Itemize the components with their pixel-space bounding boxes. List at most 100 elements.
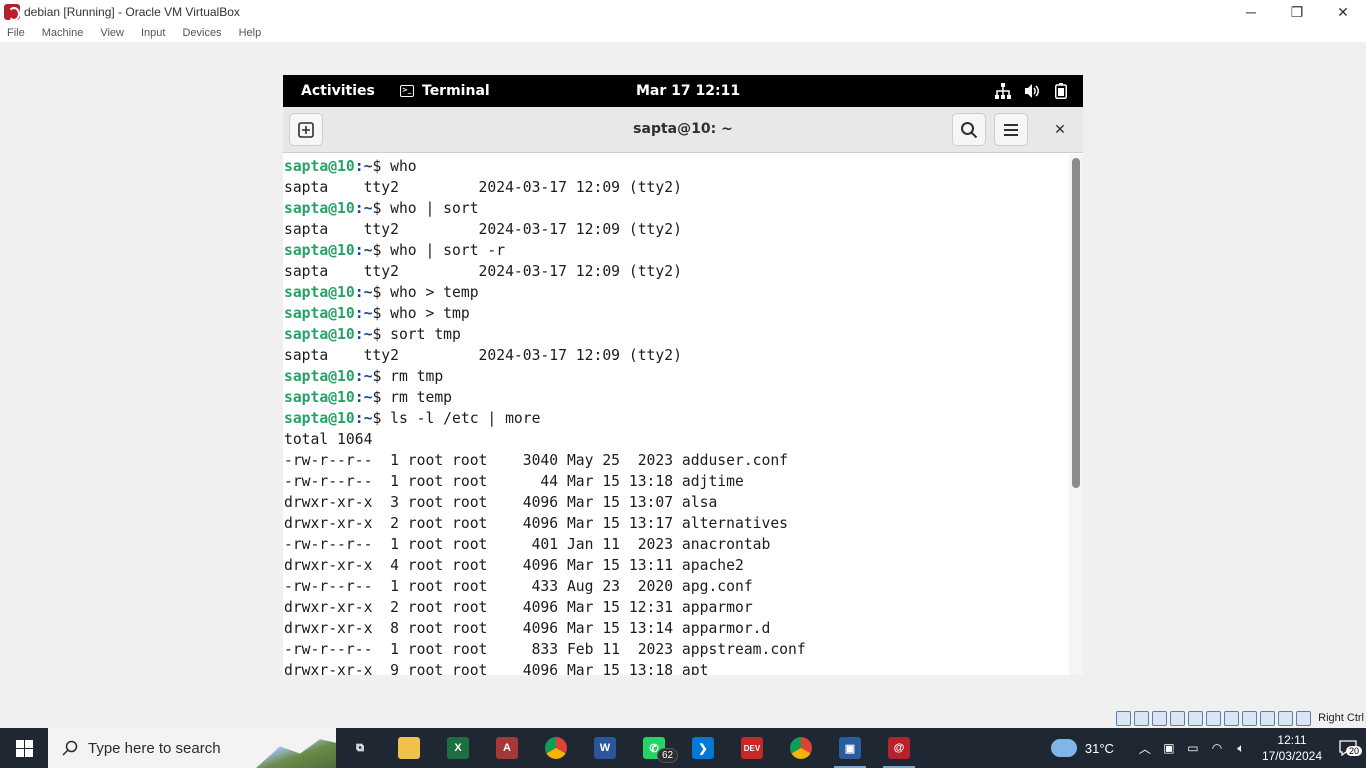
prompt-line: sapta@10:~$ who > tmp (284, 303, 470, 324)
system-tray: 31°C ︿ ▣ ▭ ◠ 🔈︎ 12:11 17/03/2024 20 (1050, 728, 1366, 768)
taskbar-app-whatsapp[interactable]: ✆ 62 (630, 728, 679, 768)
command-text: who > temp (390, 284, 479, 301)
close-button[interactable]: ✕ (1320, 0, 1366, 24)
chevron-up-icon[interactable]: ︿ (1134, 740, 1156, 757)
gnome-clock[interactable]: Mar 17 12:11 (636, 83, 740, 99)
wifi-icon[interactable]: ◠ (1206, 741, 1228, 755)
usb-icon[interactable] (1188, 710, 1204, 726)
prompt-path: :~ (354, 242, 373, 259)
audio-icon[interactable] (1152, 710, 1168, 726)
notification-center-button[interactable]: 20 (1336, 728, 1363, 768)
output-line: -rw-r--r-- 1 root root 3040 May 25 2023 … (284, 452, 789, 469)
activities-button[interactable]: Activities (301, 83, 375, 99)
output-line: drwxr-xr-x 9 root root 4096 Mar 15 13:18… (284, 662, 709, 675)
windows-logo-icon (15, 739, 33, 757)
output-line: -rw-r--r-- 1 root root 44 Mar 15 13:18 a… (284, 473, 744, 490)
weather-widget[interactable]: 31°C (1050, 733, 1114, 757)
start-button[interactable] (0, 728, 48, 768)
search-button[interactable] (952, 113, 986, 146)
mouse-integration-icon[interactable] (1278, 710, 1294, 726)
menu-input[interactable]: Input (141, 27, 165, 39)
prompt-symbol: $ (372, 368, 391, 385)
app-menu-terminal[interactable]: >_ Terminal (400, 83, 490, 99)
search-highlight-image (256, 739, 336, 768)
taskbar-app-task-view[interactable]: ⧉ (336, 728, 384, 768)
battery-icon[interactable]: ▭ (1182, 741, 1204, 755)
search-icon (961, 121, 978, 138)
scrollbar-thumb[interactable] (1072, 158, 1080, 488)
menu-file[interactable]: File (7, 27, 25, 39)
clock-date: 17/03/2024 (1261, 749, 1322, 763)
file-explorer-icon (398, 737, 420, 759)
output-line: sapta tty2 2024-03-17 12:09 (tty2) (284, 179, 682, 196)
taskbar-search-box[interactable]: Type here to search (48, 728, 336, 768)
optical-drive-icon[interactable] (1134, 710, 1150, 726)
terminal-close-button[interactable]: ✕ (1049, 119, 1071, 141)
output-line: drwxr-xr-x 2 root root 4096 Mar 15 12:31… (284, 599, 753, 616)
prompt-line: sapta@10:~$ rm tmp (284, 366, 443, 387)
hard-disk-icon[interactable] (1116, 710, 1132, 726)
terminal-headerbar: sapta@10: ~ ✕ (283, 107, 1083, 153)
prompt-symbol: $ (372, 200, 391, 217)
command-text: ls -l /etc | more (390, 410, 541, 427)
output-line: sapta tty2 2024-03-17 12:09 (tty2) (284, 221, 682, 238)
terminal-output[interactable]: sapta@10:~$ who sapta tty2 2024-03-17 12:… (283, 154, 1069, 675)
output-line: drwxr-xr-x 4 root root 4096 Mar 15 13:11… (284, 557, 744, 574)
terminal-scrollbar[interactable] (1069, 154, 1083, 675)
prompt-user: sapta@10 (284, 158, 355, 175)
taskbar-clock[interactable]: 12:11 17/03/2024 (1262, 732, 1322, 764)
prompt-symbol: $ (372, 389, 391, 406)
output-line: drwxr-xr-x 8 root root 4096 Mar 15 13:14… (284, 620, 771, 637)
output-line: sapta tty2 2024-03-17 12:09 (tty2) (284, 347, 682, 364)
system-menu[interactable] (995, 82, 1069, 100)
taskbar-app-virtualbox[interactable]: ▣ (826, 728, 874, 768)
display-icon[interactable] (1224, 710, 1240, 726)
taskbar-app-chrome[interactable] (532, 728, 580, 768)
shared-folders-icon[interactable] (1206, 710, 1222, 726)
taskbar-app-chrome-2[interactable] (777, 728, 825, 768)
output-line: -rw-r--r-- 1 root root 833 Feb 11 2023 a… (284, 641, 806, 658)
taskbar-app-excel[interactable]: X (434, 728, 482, 768)
keyboard-capture-icon[interactable] (1296, 710, 1312, 726)
vm-status-icons: Right Ctrl (1116, 708, 1366, 728)
host-key-label: Right Ctrl (1318, 712, 1364, 724)
prompt-user: sapta@10 (284, 410, 355, 427)
access-icon: A (496, 737, 518, 759)
chrome-icon (545, 737, 567, 759)
command-text: sort tmp (390, 326, 461, 343)
taskbar-app-word[interactable]: W (581, 728, 629, 768)
debian-logo-icon (4, 4, 20, 21)
taskbar-app-debian-vm[interactable]: @ (875, 728, 923, 768)
guest-display[interactable]: Activities >_ Terminal Mar 17 12:11 sapt… (283, 75, 1083, 675)
menu-help[interactable]: Help (239, 27, 262, 39)
menu-view[interactable]: View (100, 27, 124, 39)
prompt-path: :~ (354, 410, 373, 427)
meet-now-icon[interactable]: ▣ (1158, 741, 1180, 755)
battery-icon (1053, 82, 1069, 100)
prompt-symbol: $ (372, 326, 391, 343)
chrome-2-icon (790, 737, 812, 759)
taskbar-app-vscode[interactable]: ❯ (679, 728, 727, 768)
prompt-path: :~ (354, 326, 373, 343)
prompt-line: sapta@10:~$ rm temp (284, 387, 452, 408)
taskbar-app-devcpp[interactable]: DEV (728, 728, 776, 768)
virtualbox-icon: ▣ (839, 737, 861, 759)
prompt-line: sapta@10:~$ ls -l /etc | more (284, 408, 540, 429)
menu-machine[interactable]: Machine (42, 27, 84, 39)
menu-devices[interactable]: Devices (182, 27, 221, 39)
search-placeholder: Type here to search (88, 739, 221, 757)
taskbar-app-access[interactable]: A (483, 728, 531, 768)
recording-icon[interactable] (1242, 710, 1258, 726)
speaker-icon[interactable]: 🔈︎ (1230, 741, 1252, 756)
minimize-button[interactable]: ─ (1228, 0, 1274, 24)
prompt-path: :~ (354, 158, 373, 175)
notification-count: 20 (1346, 746, 1363, 756)
cpu-icon[interactable] (1260, 710, 1276, 726)
network-adapter-icon[interactable] (1170, 710, 1186, 726)
taskbar-app-file-explorer[interactable] (385, 728, 433, 768)
menu-button[interactable] (994, 113, 1028, 146)
restore-button[interactable]: ❐ (1274, 0, 1320, 24)
weather-temp: 31°C (1084, 740, 1114, 756)
prompt-user: sapta@10 (284, 368, 355, 385)
prompt-line: sapta@10:~$ who | sort (284, 198, 479, 219)
